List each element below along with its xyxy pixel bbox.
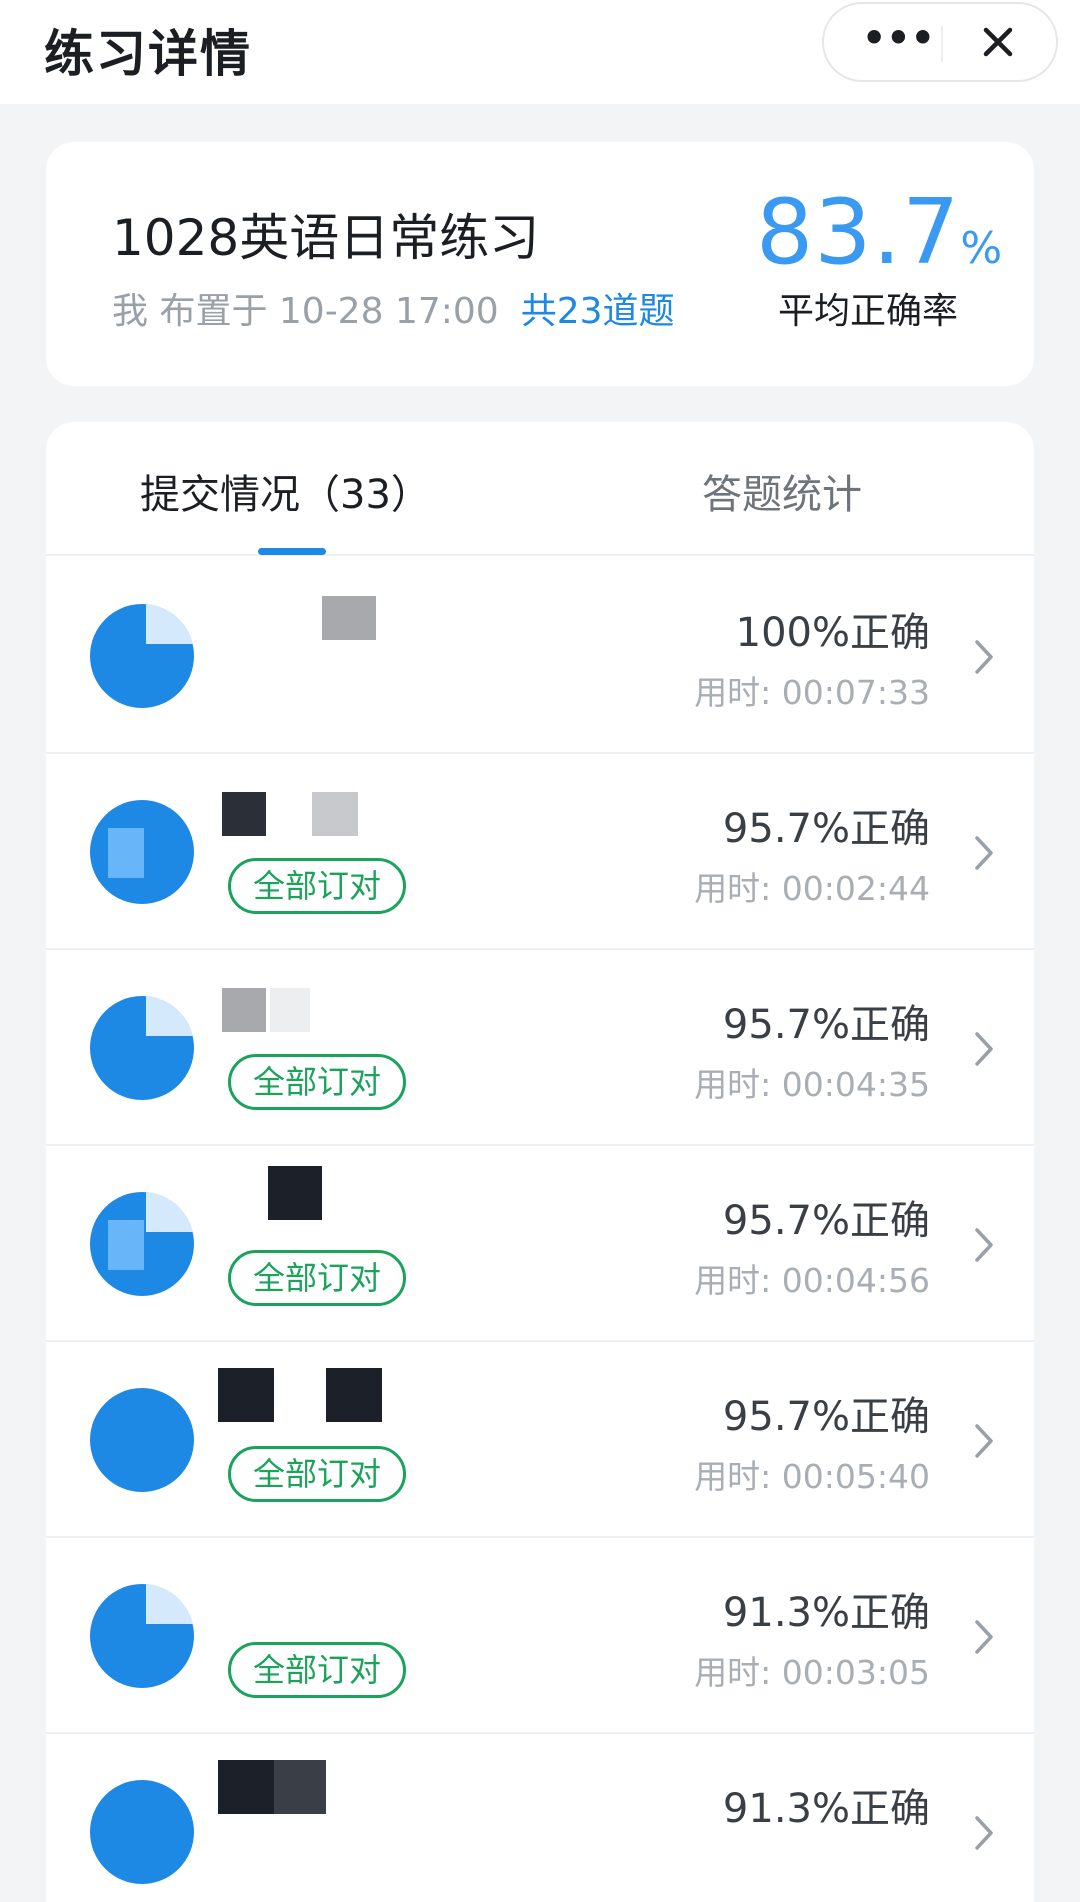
- accuracy-text: 95.7%正确: [722, 1002, 930, 1048]
- summary-card: 1028英语日常练习 我 布置于 10-28 17:00 共23道题 83.7% …: [46, 142, 1034, 386]
- accuracy-text: 91.3%正确: [722, 1786, 930, 1832]
- duration-text: 用时: 00:05:40: [694, 1457, 930, 1496]
- duration-text: 用时: 00:04:56: [694, 1261, 930, 1300]
- assigned-info: 我 布置于 10-28 17:00: [112, 291, 499, 332]
- avatar: [90, 1192, 194, 1296]
- all-corrected-badge: 全部订对: [228, 858, 407, 914]
- student-name-redacted: [222, 596, 382, 644]
- avatar: [90, 604, 194, 708]
- all-corrected-badge: 全部订对: [228, 1054, 407, 1110]
- exercise-title: 1028英语日常练习: [112, 209, 540, 267]
- submission-row[interactable]: 100%正确 用时: 00:07:33: [46, 558, 1034, 754]
- capsule-divider: [941, 26, 943, 62]
- submission-row[interactable]: 全部订对 95.7%正确 用时: 00:05:40: [46, 1342, 1034, 1538]
- student-name-redacted: [218, 1368, 382, 1428]
- student-name-redacted: [222, 988, 382, 1036]
- accuracy-text: 100%正确: [735, 610, 930, 656]
- avatar: [90, 1388, 194, 1492]
- duration-text: 用时: 00:03:05: [694, 1653, 930, 1692]
- submission-list-card: 提交情况（33） 答题统计 100%正确 用时: 00:07:33 全部订对 9…: [46, 422, 1034, 1902]
- all-corrected-badge: 全部订对: [228, 1250, 407, 1306]
- submission-row[interactable]: 全部订对 95.7%正确 用时: 00:04:56: [46, 1146, 1034, 1342]
- tab-answer-stats[interactable]: 答题统计: [702, 462, 862, 520]
- chevron-right-icon: [975, 1424, 993, 1458]
- duration-text: 用时: 00:02:44: [694, 869, 930, 908]
- submission-row[interactable]: 全部订对 91.3%正确 用时: 00:03:05: [46, 1538, 1034, 1734]
- avatar: [90, 1780, 194, 1884]
- accuracy-text: 95.7%正确: [722, 806, 930, 852]
- duration-text: 用时: 00:04:35: [694, 1065, 930, 1104]
- accuracy-text: 91.3%正确: [722, 1590, 930, 1636]
- capsule-menu: •••: [822, 2, 1058, 82]
- chevron-right-icon: [975, 836, 993, 870]
- all-corrected-badge: 全部订对: [228, 1446, 407, 1502]
- chevron-right-icon: [975, 1816, 993, 1850]
- chevron-right-icon: [975, 640, 993, 674]
- exercise-meta: 我 布置于 10-28 17:00 共23道题: [112, 282, 675, 334]
- submission-row[interactable]: 全部订对 95.7%正确 用时: 00:02:44: [46, 754, 1034, 950]
- top-bar: 练习详情 •••: [0, 0, 1080, 104]
- tab-bar: 提交情况（33） 答题统计: [46, 422, 1034, 556]
- submission-row[interactable]: 91.3%正确: [46, 1734, 1034, 1902]
- active-tab-indicator: [258, 548, 326, 555]
- page-title: 练习详情: [44, 25, 252, 83]
- chevron-right-icon: [975, 1620, 993, 1654]
- average-rate-label: 平均正确率: [778, 291, 959, 332]
- student-name-redacted: [222, 792, 382, 840]
- question-count-link[interactable]: 共23道题: [521, 291, 675, 332]
- chevron-right-icon: [975, 1228, 993, 1262]
- student-name-redacted: [222, 1166, 382, 1232]
- all-corrected-badge: 全部订对: [228, 1642, 407, 1698]
- student-name-redacted: [218, 1760, 382, 1820]
- submission-row[interactable]: 全部订对 95.7%正确 用时: 00:04:35: [46, 950, 1034, 1146]
- average-rate-unit: %: [960, 223, 1003, 274]
- average-rate: 83.7%: [756, 180, 1002, 285]
- avatar: [90, 800, 194, 904]
- accuracy-text: 95.7%正确: [722, 1394, 930, 1440]
- close-icon[interactable]: [974, 18, 1022, 66]
- avatar: [90, 996, 194, 1100]
- avatar: [90, 1584, 194, 1688]
- duration-text: 用时: 00:07:33: [694, 673, 930, 712]
- tab-submissions[interactable]: 提交情况（33）: [140, 462, 431, 520]
- accuracy-text: 95.7%正确: [722, 1198, 930, 1244]
- chevron-right-icon: [975, 1032, 993, 1066]
- more-dots-icon[interactable]: •••: [862, 18, 935, 66]
- average-rate-value: 83.7: [756, 180, 961, 285]
